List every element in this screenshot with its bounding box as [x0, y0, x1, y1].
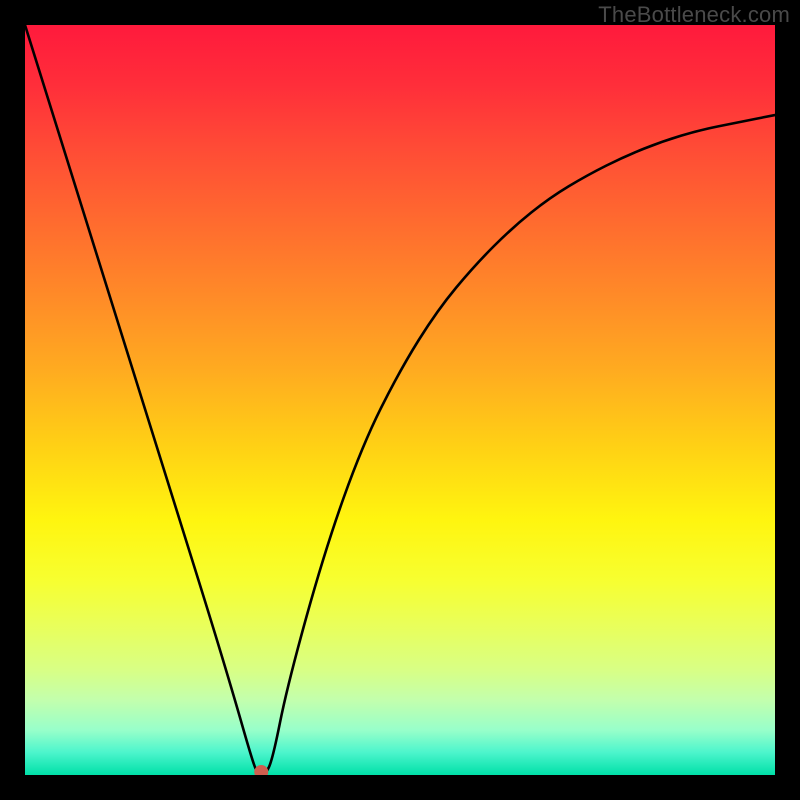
curve-svg — [25, 25, 775, 775]
chart-frame: TheBottleneck.com — [0, 0, 800, 800]
watermark-text: TheBottleneck.com — [598, 2, 790, 28]
plot-area — [25, 25, 775, 775]
bottleneck-curve — [25, 25, 775, 775]
minimum-marker — [254, 765, 268, 775]
